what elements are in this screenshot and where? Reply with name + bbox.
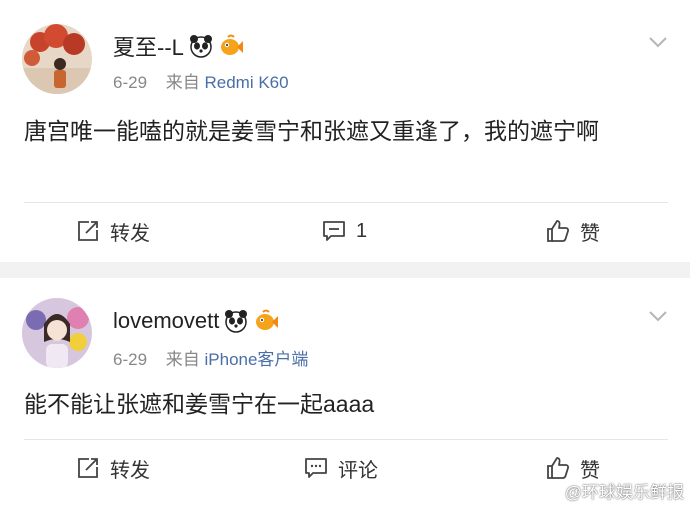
panda-badge-icon [223,308,249,334]
post-content: 唐宫唯一能嗑的就是姜雪宁和张遮又重逢了，我的遮宁啊 [24,118,599,144]
avatar[interactable] [22,24,92,94]
post-content: 能不能让张遮和姜雪宁在一起aaaa [24,391,375,417]
thumbs-up-icon [546,219,570,243]
source-prefix: 来自 [165,350,200,369]
fish-badge-icon [218,33,244,59]
like-button[interactable]: 赞 [546,203,600,259]
username[interactable]: lovemovett [113,308,279,334]
action-bar: 转发 1 赞 [0,203,690,259]
chevron-down-icon[interactable] [648,36,668,48]
repost-label: 转发 [110,459,150,482]
watermark-text: @环球娱乐鲜报 [564,483,684,502]
thumbs-up-icon [546,456,570,480]
post-meta: 6-29 来自 Redmi K60 [113,68,289,93]
repost-icon [76,219,100,243]
feed-separator [0,262,690,278]
username-text[interactable]: lovemovett [113,308,219,334]
comment-label: 评论 [338,459,378,482]
fish-badge-icon [253,308,279,334]
post-meta: 6-29 来自 iPhone客户端 [113,345,308,370]
source-device[interactable]: iPhone客户端 [205,350,309,369]
source-prefix: 来自 [165,73,200,92]
post-card[interactable]: lovemovett 6-29 来自 iPhone客户端 能不能让张遮和姜雪宁在… [0,278,690,509]
comment-button[interactable]: 1 [322,203,367,259]
comment-icon [322,219,346,243]
like-label: 赞 [580,222,600,245]
username[interactable]: 夏至--L [113,30,244,62]
source-device[interactable]: Redmi K60 [205,73,289,92]
repost-button[interactable]: 转发 [76,203,150,259]
comment-icon [304,456,328,480]
weibo-logo-icon [536,482,560,500]
chevron-down-icon[interactable] [648,310,668,322]
repost-icon [76,456,100,480]
comment-count: 1 [356,219,368,242]
post-date: 6-29 [113,350,148,369]
repost-button[interactable]: 转发 [76,440,150,496]
repost-label: 转发 [110,222,150,245]
panda-badge-icon [188,33,214,59]
post-card[interactable]: 夏至--L 6-29 来自 Redmi K60 唐宫唯一能嗑的就是姜雪宁和张遮又… [0,0,690,262]
username-text[interactable]: 夏至--L [113,30,184,62]
avatar[interactable] [22,298,92,368]
comment-button[interactable]: 评论 [304,440,378,496]
post-date: 6-29 [113,73,148,92]
watermark: @环球娱乐鲜报 [536,478,684,503]
